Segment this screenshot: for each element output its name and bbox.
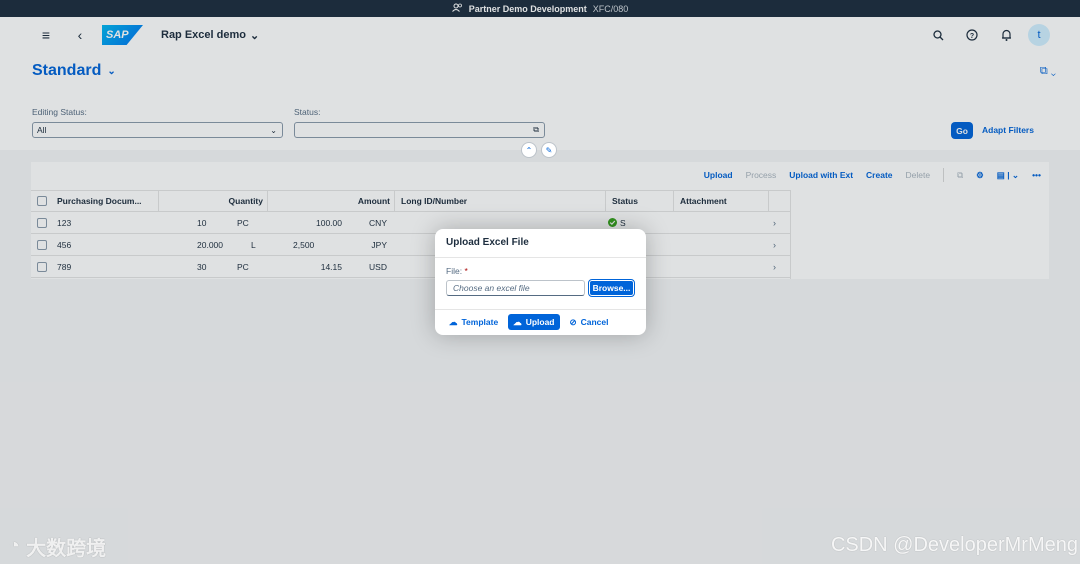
dialog-footer: ☁ Template ☁ Upload ⊘ Cancel: [449, 314, 609, 330]
upload-dialog-button[interactable]: ☁ Upload: [508, 314, 560, 330]
watermark-left-text: 大数跨境: [26, 538, 107, 560]
cancel-button[interactable]: ⊘ Cancel: [570, 317, 609, 328]
cloud-upload-icon: ☁: [513, 316, 522, 327]
template-label: Template: [461, 317, 499, 327]
cancel-icon: ⊘: [569, 316, 577, 327]
file-label-text: File:: [446, 266, 463, 276]
dialog-header-divider: [435, 257, 646, 258]
cloud-download-icon: ☁: [449, 316, 458, 327]
template-button[interactable]: ☁ Template: [449, 317, 498, 328]
pin-header-icon[interactable]: ✎: [541, 142, 557, 158]
watermark-logo-icon: ◔: [8, 535, 21, 557]
upload-label: Upload: [525, 317, 555, 327]
upload-dialog: Upload Excel File File: * Choose an exce…: [435, 229, 646, 335]
cancel-label: Cancel: [580, 317, 609, 327]
file-input-placeholder: Choose an excel file: [453, 283, 530, 293]
header-controls: ⌃ ✎: [521, 142, 557, 158]
dialog-title: Upload Excel File: [446, 237, 529, 248]
dialog-footer-divider: [435, 309, 646, 310]
watermark-right: CSDN @DeveloperMrMeng: [830, 534, 1078, 556]
file-input[interactable]: Choose an excel file: [446, 280, 585, 296]
browse-button[interactable]: Browse...: [588, 279, 635, 297]
watermark-left: ◔ 大数跨境: [8, 532, 106, 561]
file-label: File: *: [446, 266, 468, 276]
required-indicator: *: [464, 266, 468, 276]
collapse-header-icon[interactable]: ⌃: [521, 142, 537, 158]
